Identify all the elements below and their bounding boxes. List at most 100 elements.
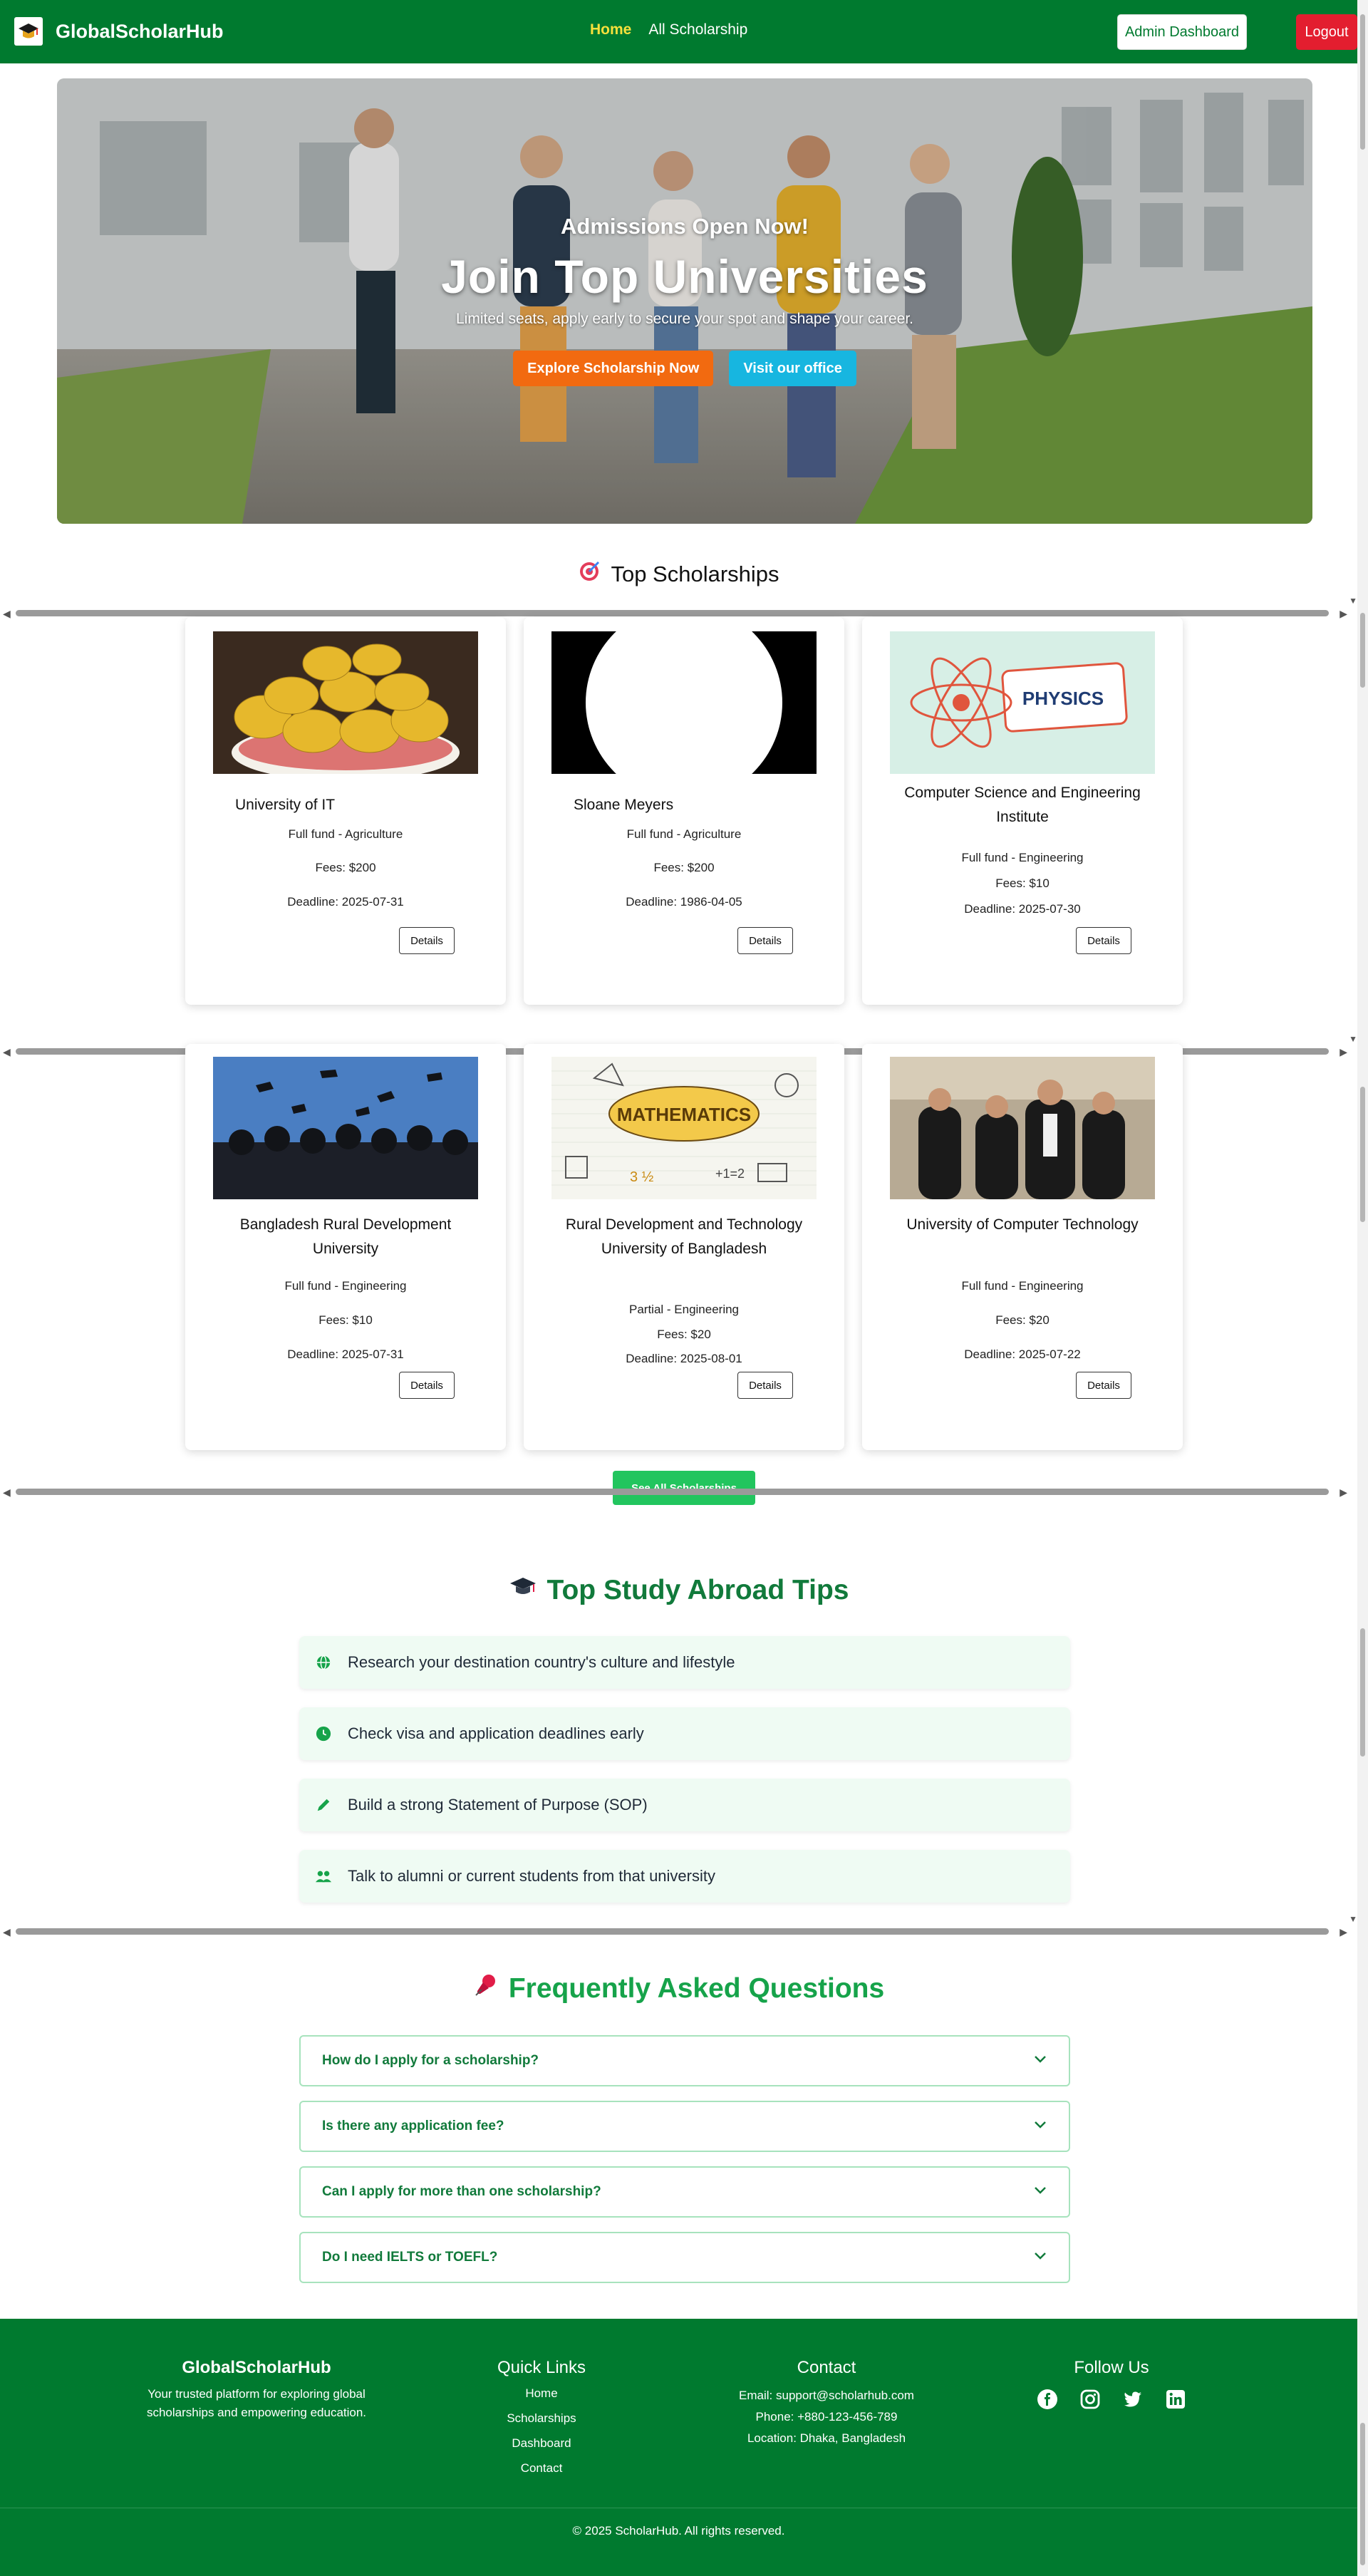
faq-item[interactable]: Is there any application fee?	[299, 2101, 1070, 2152]
instagram-icon[interactable]	[1079, 2388, 1102, 2411]
card-title: Computer Science and Engineering Institu…	[904, 785, 1141, 825]
card-title: Rural Development and Technology Univers…	[565, 1216, 803, 1257]
linkedin-icon[interactable]	[1164, 2388, 1187, 2411]
footer: GlobalScholarHub Your trusted platform f…	[0, 2319, 1357, 2576]
hero-description: Limited seats, apply early to secure you…	[455, 311, 914, 327]
card-category: Full fund - Agriculture	[626, 827, 742, 841]
brand[interactable]: GlobalScholarHub	[14, 17, 224, 46]
card-title: University of IT	[235, 797, 336, 813]
card-deadline: Deadline: 2025-07-31	[287, 1348, 404, 1361]
contact-location: Location: Dhaka, Bangladesh	[747, 2431, 906, 2445]
card-fees: Fees: $10	[318, 1313, 373, 1327]
pen-icon	[315, 1796, 332, 1814]
footer-contact: Contact Email: support@scholarhub.com Ph…	[720, 2358, 933, 2449]
card-fees: Fees: $200	[653, 861, 715, 874]
nav-link-all-scholarship[interactable]: All Scholarship	[648, 21, 747, 38]
card-image-mathematics: MATHEMATICS 3 ½ +1=2	[551, 1057, 817, 1199]
details-button[interactable]: Details	[1076, 927, 1131, 954]
chevron-down-icon	[1033, 2184, 1047, 2200]
scholarship-card: MATHEMATICS 3 ½ +1=2 Rural Development a…	[524, 1044, 844, 1450]
logout-button[interactable]: Logout	[1296, 14, 1357, 50]
footer-link-contact[interactable]: Contact	[470, 2456, 613, 2481]
hero-content: Admissions Open Now! Join Top Universiti…	[57, 214, 1312, 386]
tips-scrollbar[interactable]: ◀ ▶ ▼	[0, 1914, 1357, 1938]
footer-link-scholarships[interactable]: Scholarships	[470, 2406, 613, 2431]
card-deadline: Deadline: 2025-08-01	[626, 1352, 742, 1365]
tips-heading-text: Top Study Abroad Tips	[546, 1575, 849, 1605]
tip-text: Talk to alumni or current students from …	[348, 1867, 715, 1885]
details-button[interactable]: Details	[1076, 1372, 1131, 1399]
footer-link-home[interactable]: Home	[470, 2381, 613, 2406]
details-button[interactable]: Details	[737, 1372, 793, 1399]
scholarships-heading-text: Top Scholarships	[611, 562, 779, 586]
card-deadline: Deadline: 2025-07-31	[287, 895, 404, 909]
chevron-down-icon	[1033, 2119, 1047, 2134]
graduation-cap-logo-icon	[14, 17, 43, 46]
card-image-physics: PHYSICS	[890, 631, 1155, 774]
faq-question: How do I apply for a scholarship?	[322, 2053, 539, 2068]
tip-item: Check visa and application deadlines ear…	[299, 1707, 1070, 1760]
faq-heading: Frequently Asked Questions	[0, 1972, 1357, 2005]
pushpin-icon	[473, 1972, 499, 2005]
card-category: Full fund - Engineering	[284, 1279, 407, 1293]
chevron-down-icon	[1033, 2250, 1047, 2265]
svg-text:MATHEMATICS: MATHEMATICS	[617, 1104, 751, 1125]
scholarship-card: Sloane Meyers Full fund - Agriculture Fe…	[524, 617, 844, 1005]
details-button[interactable]: Details	[399, 927, 455, 954]
scholarships-row3-scrollbar[interactable]: ◀ ▶	[0, 1484, 1357, 1499]
visit-office-button[interactable]: Visit our office	[729, 351, 856, 386]
scholarship-card: Bangladesh Rural Development University …	[185, 1044, 506, 1450]
footer-copyright: © 2025 ScholarHub. All rights reserved.	[572, 2524, 785, 2538]
faq-question: Do I need IELTS or TOEFL?	[322, 2250, 498, 2265]
social-icons	[1026, 2388, 1197, 2411]
tip-text: Research your destination country's cult…	[348, 1653, 735, 1671]
card-category: Full fund - Engineering	[961, 1279, 1084, 1293]
footer-quick-links: Quick Links Home Scholarships Dashboard …	[470, 2358, 613, 2481]
scholarship-card: PHYSICS Computer Science and Engineering…	[862, 617, 1183, 1005]
card-fees: Fees: $20	[657, 1328, 711, 1341]
twitter-icon[interactable]	[1121, 2388, 1144, 2411]
card-image-black-circle	[551, 631, 817, 774]
card-fees: Fees: $10	[995, 876, 1050, 890]
card-category: Full fund - Agriculture	[288, 827, 403, 841]
details-button[interactable]: Details	[737, 927, 793, 954]
follow-title: Follow Us	[1074, 2358, 1149, 2377]
faq-question: Can I apply for more than one scholarshi…	[322, 2184, 601, 2199]
card-deadline: Deadline: 2025-07-30	[964, 902, 1081, 916]
hero-banner: Admissions Open Now! Join Top Universiti…	[57, 78, 1312, 524]
nav-link-home[interactable]: Home	[590, 21, 631, 38]
card-deadline: Deadline: 2025-07-22	[964, 1348, 1081, 1361]
faq-item[interactable]: How do I apply for a scholarship?	[299, 2035, 1070, 2086]
admin-dashboard-button[interactable]: Admin Dashboard	[1117, 14, 1247, 50]
target-icon	[578, 560, 601, 589]
card-category: Partial - Engineering	[628, 1303, 740, 1316]
footer-link-dashboard[interactable]: Dashboard	[470, 2431, 613, 2456]
page-scrollbar[interactable]	[1357, 0, 1368, 2576]
scholarships-heading: Top Scholarships	[0, 560, 1357, 589]
details-button[interactable]: Details	[399, 1372, 455, 1399]
tips-heading: Top Study Abroad Tips	[0, 1575, 1357, 1606]
faq-item[interactable]: Can I apply for more than one scholarshi…	[299, 2166, 1070, 2218]
svg-text:3 ½: 3 ½	[630, 1169, 654, 1185]
footer-follow: Follow Us	[1026, 2358, 1197, 2411]
footer-tagline: Your trusted platform for exploring glob…	[146, 2387, 367, 2419]
card-fees: Fees: $20	[995, 1313, 1050, 1327]
footer-brand: GlobalScholarHub	[182, 2358, 331, 2377]
svg-text:+1=2: +1=2	[715, 1167, 745, 1181]
card-title: Bangladesh Rural Development University	[239, 1216, 452, 1257]
tip-item: Talk to alumni or current students from …	[299, 1850, 1070, 1903]
faq-item[interactable]: Do I need IELTS or TOEFL?	[299, 2232, 1070, 2283]
hero-subtitle: Admissions Open Now!	[561, 214, 809, 239]
users-icon	[315, 1868, 332, 1885]
contact-phone: Phone: +880-123-456-789	[755, 2410, 898, 2424]
tip-text: Check visa and application deadlines ear…	[348, 1724, 644, 1742]
faq-heading-text: Frequently Asked Questions	[508, 1973, 885, 2004]
brand-name: GlobalScholarHub	[56, 20, 224, 42]
hero-title: Join Top Universities	[441, 250, 928, 303]
facebook-icon[interactable]	[1036, 2388, 1059, 2411]
tip-item: Research your destination country's cult…	[299, 1636, 1070, 1689]
card-deadline: Deadline: 1986-04-05	[626, 895, 742, 909]
card-image-lemons	[213, 631, 478, 774]
scholarship-card: University of IT Full fund - Agriculture…	[185, 617, 506, 1005]
explore-scholarship-button[interactable]: Explore Scholarship Now	[513, 351, 714, 386]
